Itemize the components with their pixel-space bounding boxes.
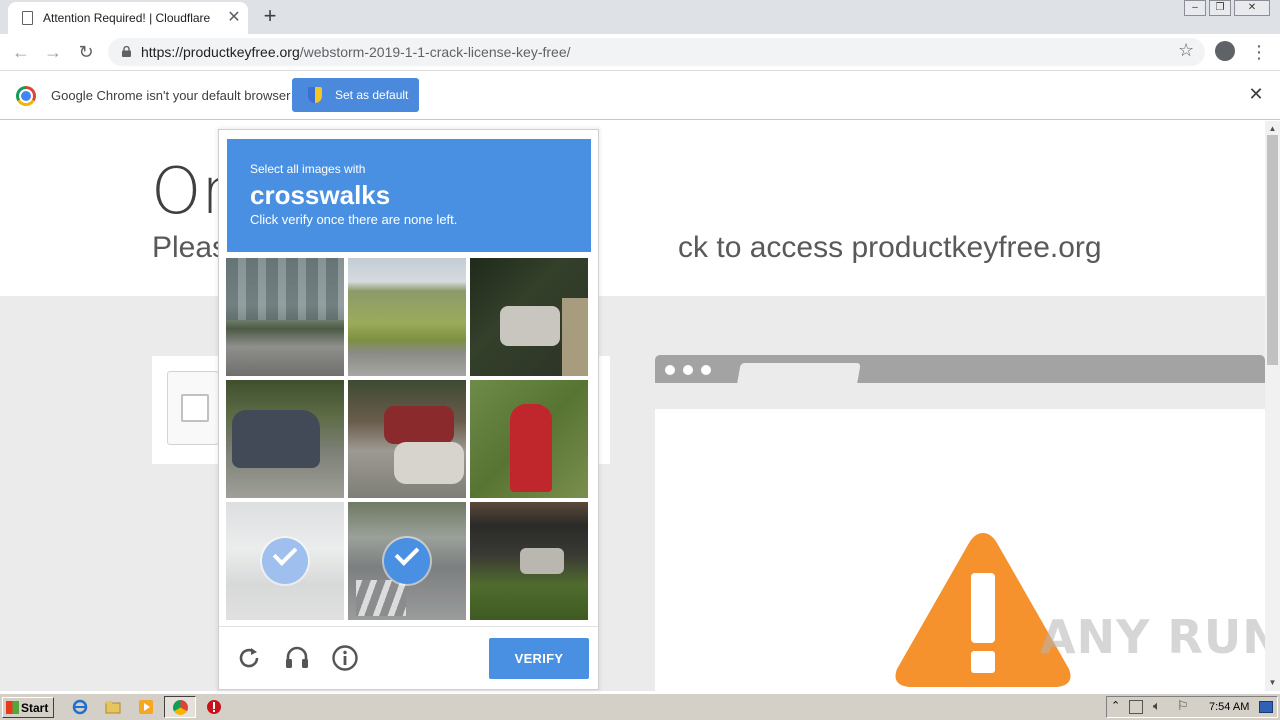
challenge-instruction: Select all images with: [250, 162, 366, 176]
scroll-up-icon[interactable]: ▲: [1265, 123, 1280, 135]
infobar-message: Google Chrome isn't your default browser: [51, 88, 291, 103]
challenge-tile[interactable]: [226, 380, 344, 498]
reload-button[interactable]: ↻: [74, 40, 98, 64]
lock-icon: [122, 46, 131, 57]
selected-check-icon: [384, 538, 430, 584]
browser-toolbar: ← → ↻ https://productkeyfree.org/webstor…: [0, 34, 1280, 71]
challenge-tile[interactable]: [348, 380, 466, 498]
bookmark-star-icon[interactable]: ☆: [1178, 40, 1194, 61]
challenge-tile[interactable]: [348, 258, 466, 376]
subheading-left: Pleas: [152, 231, 228, 264]
illustration-dot: [683, 365, 693, 375]
chrome-taskbar-icon: [173, 700, 188, 715]
windows-logo-icon: [6, 701, 19, 714]
windows-taskbar: Start ⌃ 🔈︎ ⚐ 7:54 AM: [0, 693, 1280, 720]
captcha-checkbox[interactable]: [181, 394, 209, 422]
browser-tab[interactable]: Attention Required! | Cloudflare ✕: [8, 2, 248, 34]
set-as-default-label: Set as default: [335, 88, 409, 102]
clock: 7:54 AM: [1209, 701, 1250, 713]
tray-expand-icon[interactable]: ⌃: [1111, 699, 1120, 712]
forward-button[interactable]: →: [41, 40, 65, 64]
back-button[interactable]: ←: [9, 40, 33, 64]
file-explorer-icon[interactable]: [105, 699, 121, 715]
url-path: /webstorm-2019-1-1-crack-license-key-fre…: [299, 44, 571, 60]
account-icon[interactable]: [1215, 41, 1235, 61]
challenge-tile[interactable]: [470, 502, 588, 620]
restore-button[interactable]: ❐: [1209, 0, 1231, 16]
challenge-tile[interactable]: [226, 258, 344, 376]
selected-check-icon: [262, 538, 308, 584]
anyrun-watermark: ANY RUN: [1040, 610, 1280, 664]
system-tray: ⌃ 🔈︎ ⚐ 7:54 AM: [1106, 696, 1278, 718]
page-header-area: On Pleas ck to access productkeyfree.org: [0, 121, 1265, 296]
browser-title-bar: Attention Required! | Cloudflare ✕ + – ❐…: [0, 0, 1280, 34]
stop-icon[interactable]: [206, 699, 222, 715]
verify-label: VERIFY: [514, 651, 564, 666]
captcha-checkbox-frame: [167, 371, 219, 445]
scroll-down-icon[interactable]: ▼: [1265, 677, 1280, 689]
start-button[interactable]: Start: [2, 697, 54, 718]
volume-icon[interactable]: 🔈︎: [1153, 698, 1161, 714]
set-as-default-button[interactable]: Set as default: [292, 78, 419, 112]
start-label: Start: [21, 701, 49, 715]
shield-icon: [308, 87, 322, 103]
challenge-footer: VERIFY: [219, 626, 598, 689]
illustration-dot: [665, 365, 675, 375]
illustration-toolbar: [655, 355, 1265, 383]
default-browser-infobar: Google Chrome isn't your default browser…: [0, 72, 1280, 120]
network-icon[interactable]: [1129, 700, 1143, 714]
illustration-dot: [701, 365, 711, 375]
subheading-right: ck to access productkeyfree.org: [678, 231, 1102, 264]
menu-icon[interactable]: ⋮: [1250, 41, 1268, 63]
new-tab-button[interactable]: +: [258, 5, 282, 29]
internet-explorer-icon[interactable]: [72, 699, 88, 715]
verify-button[interactable]: VERIFY: [489, 638, 589, 679]
challenge-tile-selected[interactable]: [348, 502, 466, 620]
illustration-tab: [737, 363, 861, 383]
infobar-close-icon[interactable]: ✕: [1246, 84, 1266, 104]
scroll-thumb[interactable]: [1267, 135, 1278, 365]
tab-close-icon[interactable]: ✕: [224, 8, 244, 28]
challenge-keyword: crosswalks: [250, 180, 391, 210]
page-icon: [22, 11, 33, 25]
page-scrollbar[interactable]: ▲ ▼: [1265, 121, 1280, 691]
reload-challenge-icon[interactable]: [235, 644, 263, 672]
chrome-logo-icon: [16, 86, 36, 106]
info-icon[interactable]: [331, 644, 359, 672]
url-host: https://productkeyfree.org: [141, 44, 300, 60]
challenge-tile[interactable]: [470, 258, 588, 376]
challenge-tile-selected[interactable]: [226, 502, 344, 620]
close-window-button[interactable]: ✕: [1234, 0, 1270, 16]
challenge-tile[interactable]: [470, 380, 588, 498]
show-desktop-icon[interactable]: [1259, 701, 1273, 713]
tab-title: Attention Required! | Cloudflare: [43, 11, 211, 25]
recaptcha-challenge: Select all images with crosswalks Click …: [218, 129, 599, 690]
action-center-flag-icon[interactable]: ⚐: [1177, 698, 1189, 714]
audio-challenge-icon[interactable]: [283, 644, 311, 672]
challenge-header: Select all images with crosswalks Click …: [227, 139, 591, 252]
media-player-icon[interactable]: [138, 699, 154, 715]
minimize-button[interactable]: –: [1184, 0, 1206, 16]
url-text: https://productkeyfree.org/webstorm-2019…: [141, 44, 571, 60]
page-content: On Pleas ck to access productkeyfree.org: [0, 121, 1265, 691]
challenge-hint: Click verify once there are none left.: [250, 212, 458, 227]
taskbar-chrome-button[interactable]: [164, 696, 196, 718]
address-bar[interactable]: https://productkeyfree.org/webstorm-2019…: [108, 38, 1205, 66]
